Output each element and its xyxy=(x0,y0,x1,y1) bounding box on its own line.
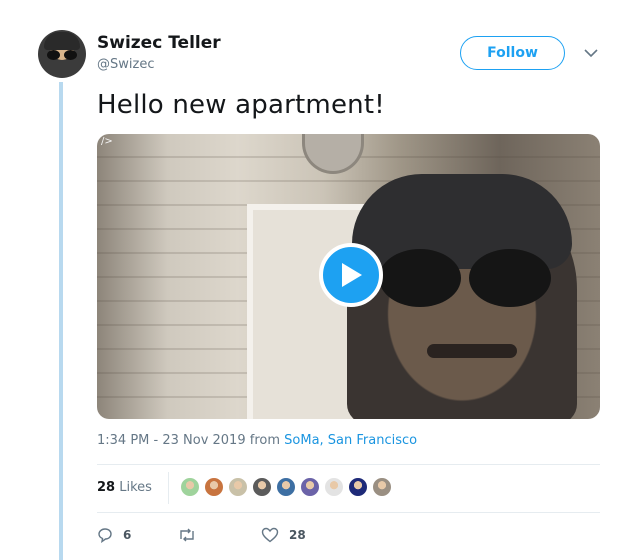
play-icon xyxy=(342,263,362,287)
likes-separator xyxy=(168,472,169,504)
reply-action[interactable]: 6 xyxy=(97,527,177,543)
like-action[interactable]: 28 xyxy=(261,527,306,543)
reply-count: 6 xyxy=(123,528,132,542)
tweet-meta: 1:34 PM - 23 Nov 2019 from SoMa, San Fra… xyxy=(97,433,417,448)
follow-button[interactable]: Follow xyxy=(460,36,565,70)
tweet-actions: 6 28 xyxy=(97,527,306,543)
tweet-timestamp[interactable]: 1:34 PM - 23 Nov 2019 xyxy=(97,433,246,448)
likes-summary[interactable]: 28 Likes xyxy=(97,480,152,495)
video-frame-glasses-left xyxy=(379,249,461,307)
from-word: from xyxy=(249,433,281,448)
divider-bottom xyxy=(97,512,600,513)
liker-avatar[interactable] xyxy=(180,477,200,497)
like-count: 28 xyxy=(289,528,306,542)
liker-avatar[interactable] xyxy=(252,477,272,497)
location-link[interactable]: SoMa, San Francisco xyxy=(284,433,417,448)
author-avatar[interactable] xyxy=(38,30,86,78)
chevron-down-icon[interactable] xyxy=(582,44,600,62)
likes-label: Likes xyxy=(119,480,152,495)
liker-avatar[interactable] xyxy=(324,477,344,497)
thread-connector-line xyxy=(59,82,63,560)
avatar-lens-right xyxy=(64,50,77,60)
avatar-lens-left xyxy=(47,50,60,60)
author-name[interactable]: Swizec Teller xyxy=(97,33,221,53)
author-handle[interactable]: @Swizec xyxy=(97,57,154,72)
reply-icon xyxy=(98,528,112,543)
play-button[interactable] xyxy=(319,243,383,307)
liker-avatar[interactable] xyxy=(300,477,320,497)
likes-count: 28 xyxy=(97,480,116,495)
video-frame-beanie xyxy=(352,174,572,269)
retweet-icon xyxy=(180,528,194,542)
liker-avatar[interactable] xyxy=(228,477,248,497)
liker-avatar[interactable] xyxy=(204,477,224,497)
divider-top xyxy=(97,464,600,465)
heart-icon xyxy=(261,527,279,543)
media-tag: /> xyxy=(101,136,113,147)
video-frame-mustache xyxy=(427,344,517,358)
liker-avatar[interactable] xyxy=(372,477,392,497)
tweet-text: Hello new apartment! xyxy=(97,90,385,120)
liker-avatar[interactable] xyxy=(276,477,296,497)
liker-avatar[interactable] xyxy=(348,477,368,497)
likers-avatar-list xyxy=(180,477,392,497)
avatar-hat xyxy=(44,32,80,50)
retweet-action[interactable] xyxy=(177,527,261,543)
video-frame-glasses-right xyxy=(469,249,551,307)
